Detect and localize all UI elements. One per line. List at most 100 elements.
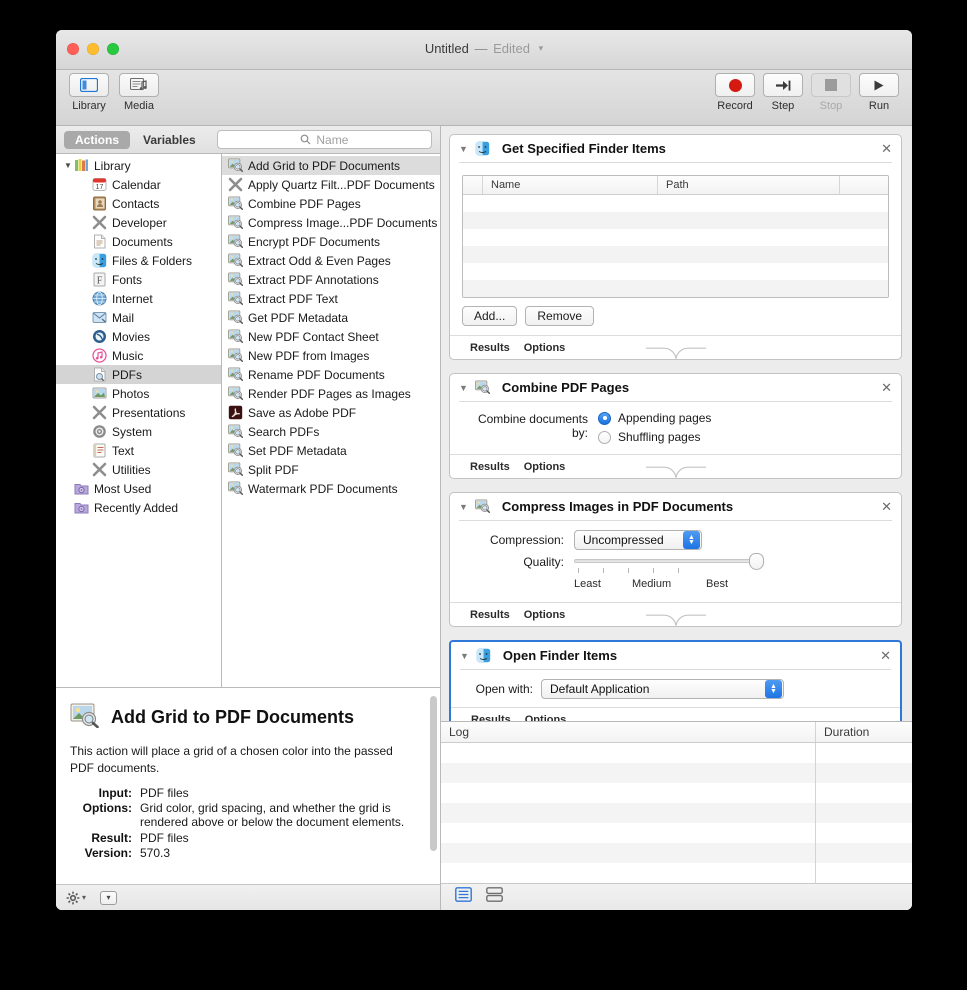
disclosure-triangle-icon[interactable]: ▼ xyxy=(459,502,468,512)
log-row[interactable] xyxy=(441,743,912,763)
workflow-action-header[interactable]: ▼ Compress Images in PDF Documents ✕ xyxy=(450,493,901,520)
library-tree-item-most-used[interactable]: Most Used xyxy=(56,479,221,498)
tab-variables[interactable]: Variables xyxy=(132,131,207,149)
options-toggle[interactable]: Options xyxy=(524,342,566,354)
library-tree-item-text[interactable]: Text xyxy=(56,441,221,460)
action-list-item[interactable]: Add Grid to PDF Documents xyxy=(222,156,440,175)
results-toggle[interactable]: Results xyxy=(470,461,510,473)
step-button[interactable]: Step xyxy=(762,73,804,112)
disclosure-triangle-icon[interactable]: ▼ xyxy=(460,651,469,661)
action-gear-menu[interactable]: ▾ xyxy=(66,891,86,905)
log-column-duration[interactable]: Duration xyxy=(816,722,912,742)
action-list-item[interactable]: Rename PDF Documents xyxy=(222,365,440,384)
quality-slider[interactable] xyxy=(574,553,764,570)
log-row[interactable] xyxy=(441,863,912,883)
workflow-action[interactable]: ▼ Get Specified Finder Items ✕ Name Path Add.… xyxy=(449,134,902,360)
action-list-item[interactable]: Extract Odd & Even Pages xyxy=(222,251,440,270)
action-list-item[interactable]: New PDF Contact Sheet xyxy=(222,327,440,346)
results-toggle[interactable]: Results xyxy=(471,714,511,722)
action-list-item[interactable]: Extract PDF Text xyxy=(222,289,440,308)
library-tree-item-system[interactable]: System xyxy=(56,422,221,441)
media-toolbar-button[interactable]: Media xyxy=(116,73,162,112)
column-name[interactable]: Name xyxy=(483,176,658,194)
radio-option[interactable]: Shuffling pages xyxy=(598,430,711,444)
library-tree-item-internet[interactable]: Internet xyxy=(56,289,221,308)
disclosure-triangle-icon[interactable]: ▼ xyxy=(459,144,468,154)
remove-button[interactable]: Remove xyxy=(525,306,595,326)
workflow-action[interactable]: ▼ Compress Images in PDF Documents ✕ Compre… xyxy=(449,492,902,627)
workflow-action-header[interactable]: ▼ Open Finder Items ✕ xyxy=(451,642,900,669)
workflow-action-header[interactable]: ▼ Get Specified Finder Items ✕ xyxy=(450,135,901,162)
options-toggle[interactable]: Options xyxy=(524,461,566,473)
action-list-item[interactable]: Compress Image...PDF Documents xyxy=(222,213,440,232)
finder-items-row[interactable] xyxy=(463,263,888,280)
action-list-item[interactable]: Render PDF Pages as Images xyxy=(222,384,440,403)
disclosure-triangle-icon[interactable]: ▼ xyxy=(459,383,468,393)
radio-button-icon[interactable] xyxy=(598,411,611,425)
action-list-item[interactable]: Watermark PDF Documents xyxy=(222,479,440,498)
description-toggle[interactable]: ▾ xyxy=(100,890,118,905)
description-scrollbar[interactable] xyxy=(430,696,437,851)
close-icon[interactable]: ✕ xyxy=(881,142,892,155)
results-toggle[interactable]: Results xyxy=(470,609,510,621)
action-list-item[interactable]: New PDF from Images xyxy=(222,346,440,365)
action-list-item[interactable]: Extract PDF Annotations xyxy=(222,270,440,289)
options-toggle[interactable]: Options xyxy=(525,714,567,722)
log-row[interactable] xyxy=(441,783,912,803)
action-list-item[interactable]: Combine PDF Pages xyxy=(222,194,440,213)
search-input[interactable]: Name xyxy=(216,130,432,149)
action-list-item[interactable]: Search PDFs xyxy=(222,422,440,441)
run-button[interactable]: Run xyxy=(858,73,900,112)
finder-items-row[interactable] xyxy=(463,229,888,246)
workflow-canvas[interactable]: ▼ Get Specified Finder Items ✕ Name Path Add.… xyxy=(441,126,912,721)
library-tree-item-calendar[interactable]: 17 Calendar xyxy=(56,175,221,194)
options-toggle[interactable]: Options xyxy=(524,609,566,621)
library-tree-item-utilities[interactable]: Utilities xyxy=(56,460,221,479)
log-row[interactable] xyxy=(441,763,912,783)
compression-select[interactable]: Uncompressed ▲ ▼ xyxy=(574,530,702,550)
action-list-item[interactable]: Split PDF xyxy=(222,460,440,479)
action-list-item[interactable]: Apply Quartz Filt...PDF Documents xyxy=(222,175,440,194)
log-row[interactable] xyxy=(441,843,912,863)
library-tree-item-files-folders[interactable]: Files & Folders xyxy=(56,251,221,270)
library-tree-item-presentations[interactable]: Presentations xyxy=(56,403,221,422)
action-list-item[interactable]: Set PDF Metadata xyxy=(222,441,440,460)
action-list-item[interactable]: Get PDF Metadata xyxy=(222,308,440,327)
workflow-action[interactable]: ▼ Combine PDF Pages ✕ Combine documents by:… xyxy=(449,373,902,479)
finder-items-row[interactable] xyxy=(463,195,888,212)
open-with-select[interactable]: Default Application ▲ ▼ xyxy=(541,679,784,699)
radio-option[interactable]: Appending pages xyxy=(598,411,711,425)
log-row[interactable] xyxy=(441,823,912,843)
action-list-item[interactable]: Encrypt PDF Documents xyxy=(222,232,440,251)
tab-actions[interactable]: Actions xyxy=(64,130,131,149)
library-tree-item-developer[interactable]: Developer xyxy=(56,213,221,232)
workflow-action-header[interactable]: ▼ Combine PDF Pages ✕ xyxy=(450,374,901,401)
add-button[interactable]: Add... xyxy=(462,306,518,326)
library-tree-item-fonts[interactable]: F Fonts xyxy=(56,270,221,289)
log-column-log[interactable]: Log xyxy=(441,722,816,742)
disclosure-triangle-icon[interactable]: ▼ xyxy=(62,161,74,170)
library-tree[interactable]: ▼ Library 17 Calendar Contacts Developer Docum… xyxy=(56,154,222,687)
finder-items-table[interactable]: Name Path xyxy=(462,175,889,298)
library-tree-item-library[interactable]: ▼ Library xyxy=(56,156,221,175)
results-toggle[interactable]: Results xyxy=(470,342,510,354)
action-list-item[interactable]: Save as Adobe PDF xyxy=(222,403,440,422)
radio-button-icon[interactable] xyxy=(598,430,611,444)
log-rows[interactable] xyxy=(441,743,912,883)
finder-items-row[interactable] xyxy=(463,246,888,263)
stop-button[interactable]: Stop xyxy=(810,73,852,112)
actions-list[interactable]: Add Grid to PDF Documents Apply Quartz Fi… xyxy=(222,154,440,687)
library-tree-item-photos[interactable]: Photos xyxy=(56,384,221,403)
chevron-down-icon[interactable]: ▾ xyxy=(539,43,544,54)
workflow-action[interactable]: ▼ Open Finder Items ✕ Open with: Default App… xyxy=(449,640,902,721)
column-path[interactable]: Path xyxy=(658,176,840,194)
library-tree-item-pdfs[interactable]: PDFs xyxy=(56,365,221,384)
finder-items-row[interactable] xyxy=(463,212,888,229)
library-toolbar-button[interactable]: Library xyxy=(66,73,112,112)
library-tree-item-contacts[interactable]: Contacts xyxy=(56,194,221,213)
library-tree-item-documents[interactable]: Documents xyxy=(56,232,221,251)
close-icon[interactable]: ✕ xyxy=(881,381,892,394)
finder-items-row[interactable] xyxy=(463,280,888,297)
log-list-view-icon[interactable] xyxy=(455,887,472,907)
library-tree-item-mail[interactable]: Mail xyxy=(56,308,221,327)
